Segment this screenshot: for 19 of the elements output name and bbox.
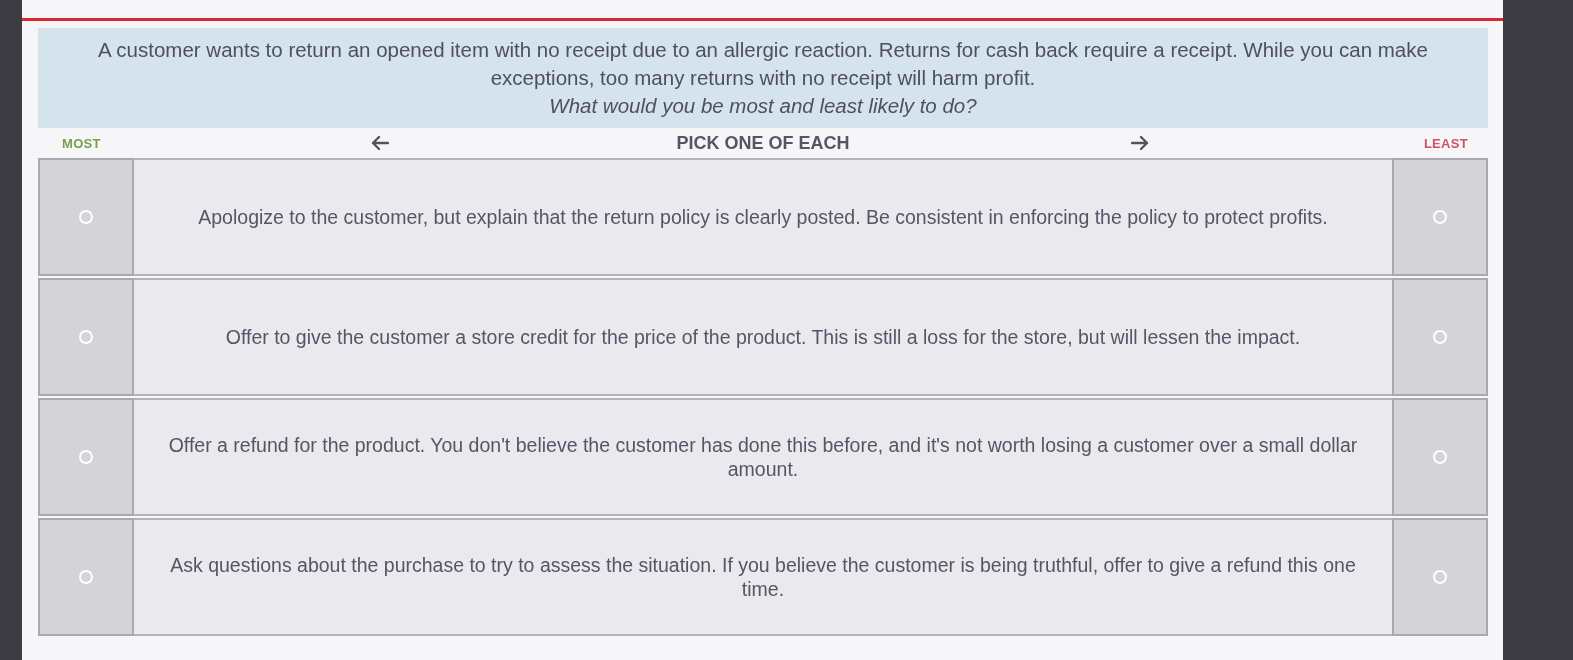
option-text: Offer to give the customer a store credit for the price of the product. This is still a loss for the store, but will lessen the impact. [134,278,1392,396]
most-radio-button[interactable] [79,330,93,344]
right-arrow-icon [1130,135,1149,151]
most-radio-button[interactable] [79,570,93,584]
most-label: MOST [62,135,101,151]
least-radio-button[interactable] [1433,450,1447,464]
option-text: Ask questions about the purchase to try to assess the situation. If you believe the customer is being truthful, offer to give a refund this one time. [134,518,1392,636]
least-radio-button[interactable] [1433,570,1447,584]
prompt-text: A customer wants to return an opened item with no receipt due to an allergic reaction. Returns for cash back require a receipt. While you can make exceptions, too many returns with no receipt will harm profit. [97,37,1429,91]
left-arrow-icon [370,135,389,151]
least-label: LEAST [1423,135,1468,151]
least-radio-button[interactable] [1433,210,1447,224]
question-text: What would you be most and least likely to do? [549,93,977,119]
most-radio-button[interactable] [79,210,93,224]
option-text: Offer a refund for the product. You don't believe the customer has done this before, and it's not worth losing a customer over a small dollar amount. [134,398,1392,516]
instruction-text: PICK ONE OF EACH [676,132,850,154]
least-radio-button[interactable] [1433,330,1447,344]
option-text: Apologize to the customer, but explain that the return policy is clearly posted. Be consistent in enforcing the policy to protect profits. [134,158,1392,276]
most-radio-button[interactable] [79,450,93,464]
